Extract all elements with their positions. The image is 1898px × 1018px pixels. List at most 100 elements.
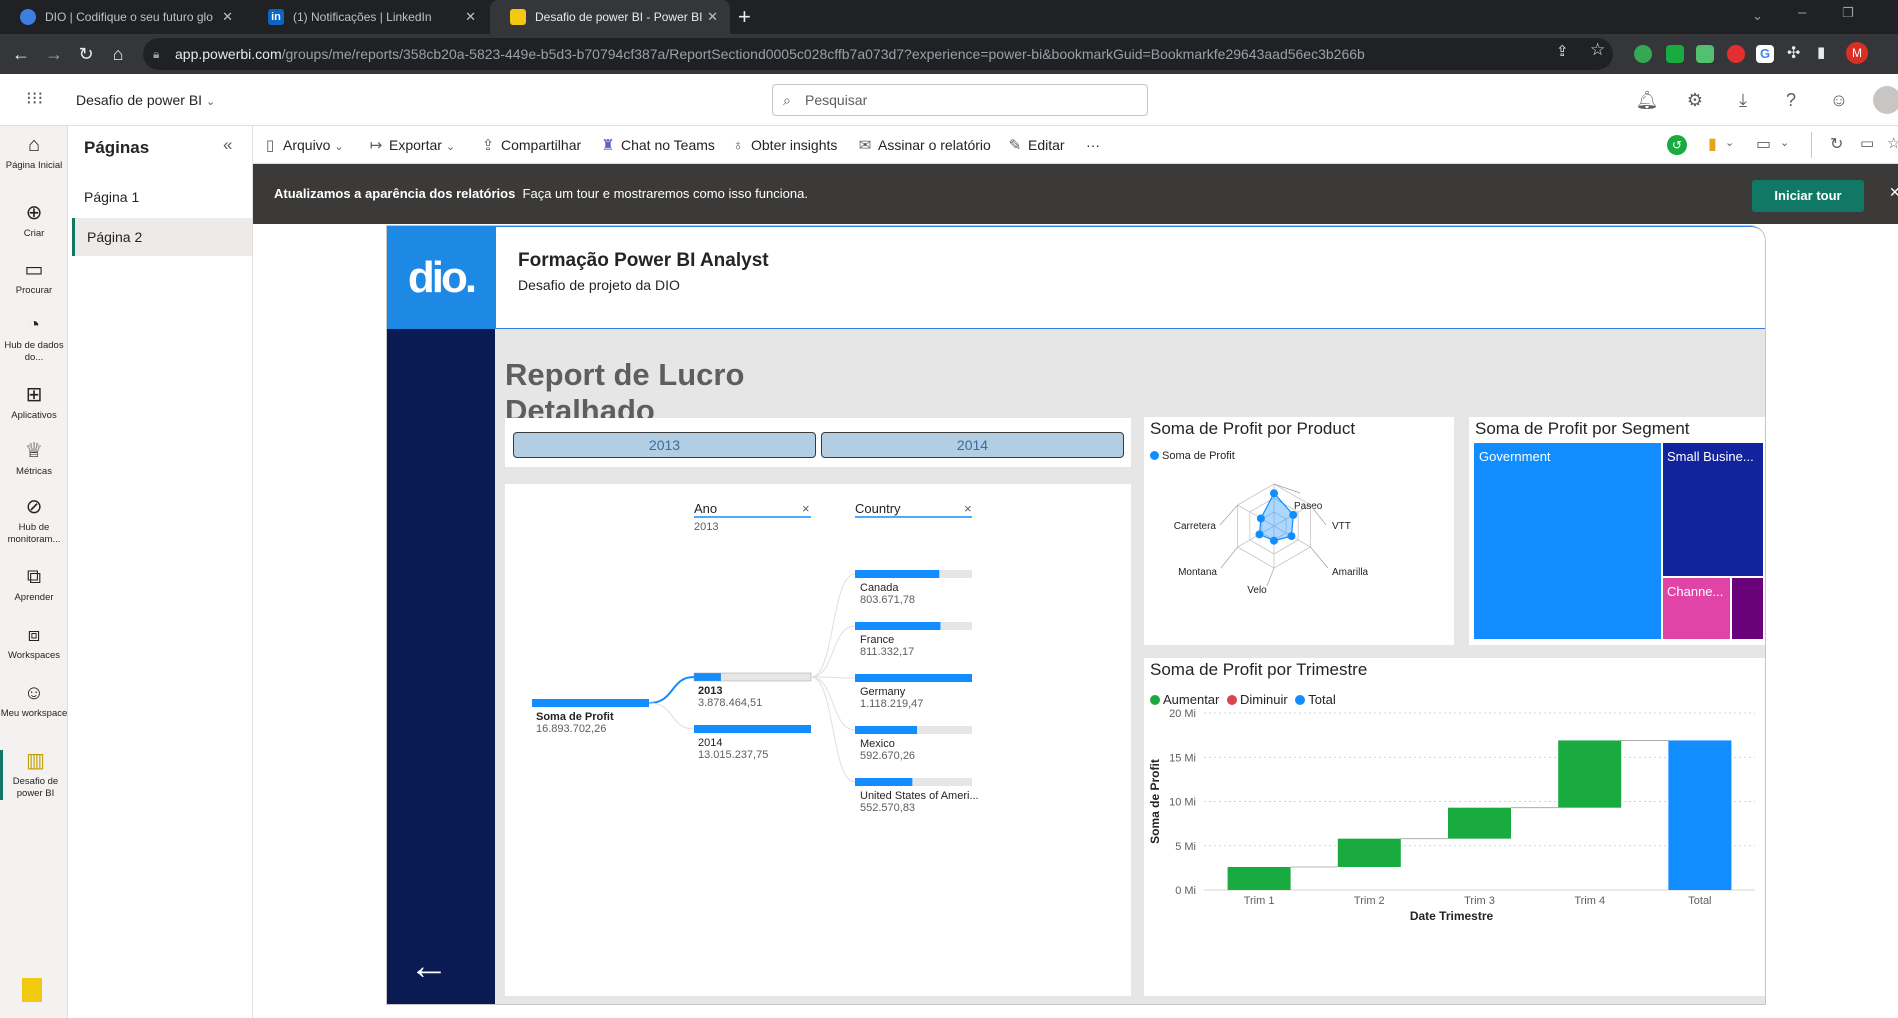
minimize-icon[interactable]: – (1798, 4, 1806, 21)
view-icon[interactable]: ▭ (1756, 134, 1771, 154)
share-button[interactable]: ⇪ Compartilhar (479, 126, 581, 164)
back-arrow-icon[interactable]: ← (409, 946, 449, 986)
refresh-icon[interactable]: ↻ (1830, 134, 1843, 154)
slicer-button-2014[interactable]: 2014 (821, 432, 1124, 458)
report-name-dropdown[interactable]: Desafio de power BI ⌄ (76, 92, 215, 108)
download-icon[interactable]: ⤓ (1731, 88, 1755, 112)
nav-create[interactable]: ⊕ Criar (0, 202, 68, 240)
treemap-label: Channe... (1667, 584, 1724, 599)
root-value: 16.893.702,26 (536, 723, 606, 735)
export-menu-button[interactable]: ↦ Exportar ⌄ (367, 126, 455, 164)
treemap-tile-government[interactable]: Government (1474, 443, 1661, 639)
y-tick-label: 15 Mi (1169, 752, 1196, 764)
page-item-2[interactable]: Página 2 (72, 218, 252, 256)
browser-tab-powerbi[interactable]: Desafio de power BI - Power BI ✕ (490, 0, 730, 34)
treemap-tile-small-business[interactable]: Small Busine... (1663, 443, 1763, 576)
data-hub-icon: ◔ (27, 314, 41, 336)
plus-circle-icon: ⊕ (25, 202, 43, 224)
toolbar-label: Chat no Teams (621, 137, 715, 153)
restore-icon[interactable]: ❐ (1842, 5, 1854, 21)
help-icon[interactable]: ? (1779, 88, 1803, 112)
edit-button[interactable]: ✎ Editar (1006, 126, 1065, 164)
header-card: Formação Power BI Analyst Desafio de pro… (495, 226, 1765, 329)
country-bar (855, 778, 913, 786)
puzzle-extensions-icon[interactable]: ✣ (1787, 43, 1800, 63)
connector-line (810, 676, 856, 679)
connector-line (648, 676, 695, 704)
profile-avatar[interactable]: M (1846, 42, 1868, 64)
extension-icon[interactable] (1696, 45, 1714, 63)
country-label: Canada (860, 582, 899, 594)
comment-icon[interactable]: ▭ (1860, 134, 1874, 152)
nav-current-report[interactable]: ▥ Desafio de power BI (0, 750, 68, 800)
nav-learn[interactable]: ⧉ Aprender (0, 566, 68, 604)
bookmark-icon[interactable]: ▮ (1708, 134, 1717, 154)
chevron-down-icon[interactable]: ⌄ (1725, 136, 1734, 149)
more-options-button[interactable]: ··· (1086, 126, 1100, 164)
treemap-panel: Soma de Profit por Segment Government Sm… (1469, 417, 1765, 645)
new-tab-button[interactable]: + (738, 4, 751, 30)
country-bar (855, 622, 941, 630)
extension-icon[interactable] (1727, 45, 1745, 63)
chevron-down-icon[interactable]: ⌄ (1780, 136, 1789, 149)
country-bar (855, 570, 940, 578)
treemap-tile-channel[interactable]: Channe... (1663, 578, 1730, 639)
nav-label: Hub de dados do... (4, 340, 64, 363)
start-tour-button[interactable]: Iniciar tour (1752, 180, 1864, 212)
close-tab-icon[interactable]: ✕ (222, 9, 233, 25)
settings-gear-icon[interactable]: ⚙ (1683, 88, 1707, 112)
level1-header: Ano (694, 501, 717, 516)
app-launcher-icon[interactable]: ⁝⁝⁝ (26, 88, 43, 109)
decomposition-tree: Ano × 2013 Country × Soma de Profit 16.893.702… (505, 484, 1131, 996)
google-extension-icon[interactable]: G (1756, 45, 1774, 63)
y-axis-title: Soma de Profit (1148, 759, 1162, 844)
close-banner-icon[interactable]: ✕ (1889, 184, 1898, 201)
favorite-star-icon[interactable]: ☆ (1887, 134, 1898, 152)
nav-my-workspace[interactable]: ☺ Meu workspace (0, 682, 68, 720)
header-subtitle: Desafio de projeto da DIO (518, 277, 680, 293)
nav-monitoring-hub[interactable]: ⊘ Hub de monitoram... (0, 496, 68, 546)
tab-search-icon[interactable]: ⌄ (1752, 8, 1763, 24)
chat-teams-button[interactable]: ♜ Chat no Teams (599, 126, 715, 164)
nav-home[interactable]: ⌂ Página Inicial (0, 134, 68, 172)
nav-browse[interactable]: ▭ Procurar (0, 259, 68, 297)
user-avatar[interactable] (1873, 86, 1898, 114)
treemap-tile-other[interactable] (1732, 578, 1763, 639)
search-input[interactable]: ⌕ Pesquisar (772, 84, 1148, 116)
nav-apps[interactable]: ⊞ Aplicativos (0, 384, 68, 422)
home-icon[interactable]: ⌂ (106, 42, 130, 66)
year-value: 13.015.237,75 (698, 749, 768, 761)
share-page-icon[interactable]: ⇪ (1556, 42, 1569, 60)
x-tick-label: Trim 3 (1464, 895, 1495, 907)
extension-icon[interactable] (1634, 45, 1652, 63)
browser-tab-linkedin[interactable]: in (1) Notificações | LinkedIn ✕ (248, 0, 488, 34)
reset-icon[interactable]: ↺ (1667, 135, 1687, 155)
waterfall-bar (1448, 807, 1511, 839)
bookmark-star-icon[interactable]: ☆ (1590, 40, 1605, 60)
page-item-1[interactable]: Página 1 (72, 178, 252, 216)
waterfall-bar (1337, 838, 1401, 867)
subscribe-button[interactable]: ✉ Assinar o relatório (856, 126, 991, 164)
close-tab-icon[interactable]: ✕ (707, 9, 718, 25)
close-tab-icon[interactable]: ✕ (465, 9, 476, 25)
nav-data-hub[interactable]: ◔ Hub de dados do... (0, 314, 68, 364)
back-icon[interactable]: ← (9, 42, 33, 66)
x-tick-label: Trim 4 (1574, 895, 1605, 907)
feedback-icon[interactable]: ☺ (1827, 88, 1851, 112)
x-tick-label: Trim 2 (1354, 895, 1385, 907)
extension-icon[interactable] (1666, 45, 1684, 63)
notifications-bell-icon[interactable]: 🔔︎ (1635, 88, 1659, 112)
collapse-pane-icon[interactable]: « (223, 135, 232, 155)
get-insights-button[interactable]: ♁ Obter insights (729, 126, 837, 164)
forward-icon[interactable]: → (42, 42, 66, 66)
url-input[interactable]: 🔒︎ app.powerbi.com/groups/me/reports/358… (143, 38, 1613, 70)
browser-tab-dio[interactable]: DIO | Codifique o seu futuro glo ✕ (0, 0, 245, 34)
nav-metrics[interactable]: ♕ Métricas (0, 440, 68, 478)
radar-data-point (1256, 514, 1265, 523)
side-panel-icon[interactable]: ▮ (1817, 43, 1825, 61)
slicer-button-2013[interactable]: 2013 (513, 432, 816, 458)
reload-icon[interactable]: ↻ (74, 42, 98, 66)
file-menu-button[interactable]: ▯ Arquivo ⌄ (261, 126, 344, 164)
nav-workspaces[interactable]: ⧈ Workspaces (0, 624, 68, 662)
treemap-label: Small Busine... (1667, 449, 1754, 464)
